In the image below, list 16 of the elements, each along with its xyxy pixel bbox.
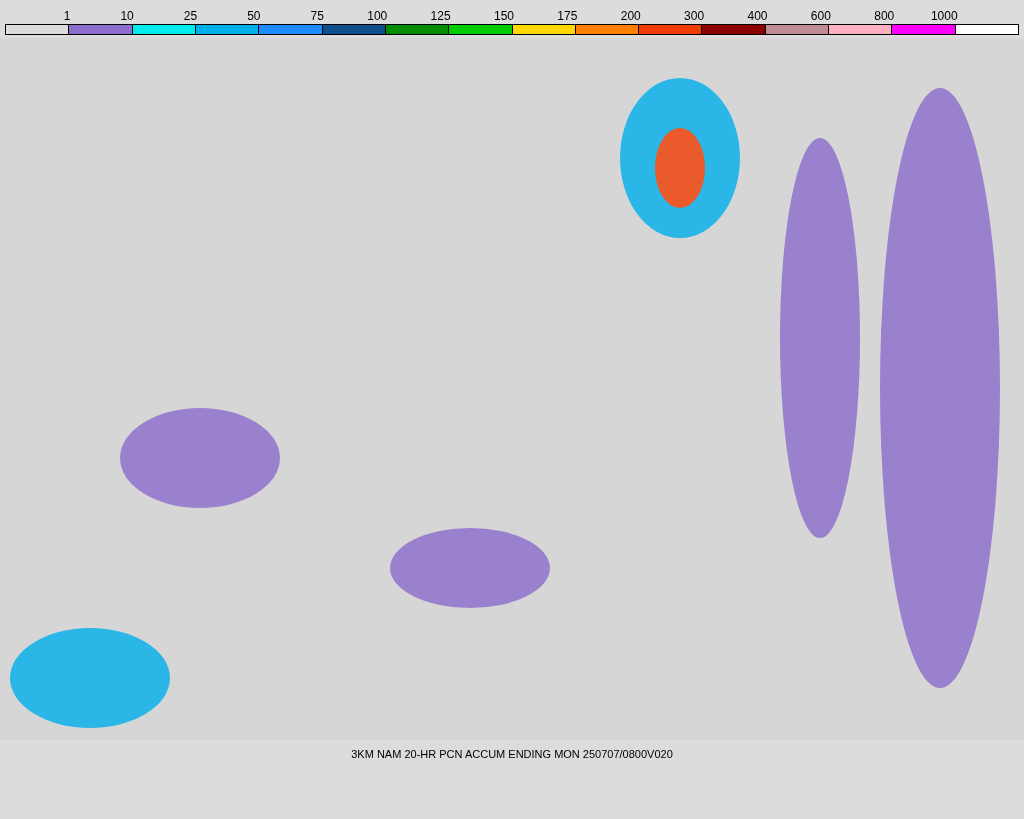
legend-label: 25: [183, 9, 198, 23]
legend-label: 50: [247, 9, 261, 23]
map-caption: 3KM NAM 20-HR PCN ACCUM ENDING MON 250707/0800V020: [350, 747, 674, 760]
legend-label: 175: [557, 9, 578, 23]
legend-label: 1: [63, 9, 71, 23]
legend-label: 400: [747, 9, 768, 23]
legend-label: 75: [310, 9, 324, 23]
legend-label: 200: [620, 9, 641, 23]
legend-label: 100: [367, 9, 388, 23]
legend-label: 600: [810, 9, 831, 23]
legend-label: 800: [874, 9, 895, 23]
legend-label: 150: [493, 9, 514, 23]
legend-label: 1000: [930, 9, 958, 23]
legend-label: 10: [120, 9, 134, 23]
legend-label: 300: [684, 9, 705, 23]
legend-label: 125: [430, 9, 451, 23]
